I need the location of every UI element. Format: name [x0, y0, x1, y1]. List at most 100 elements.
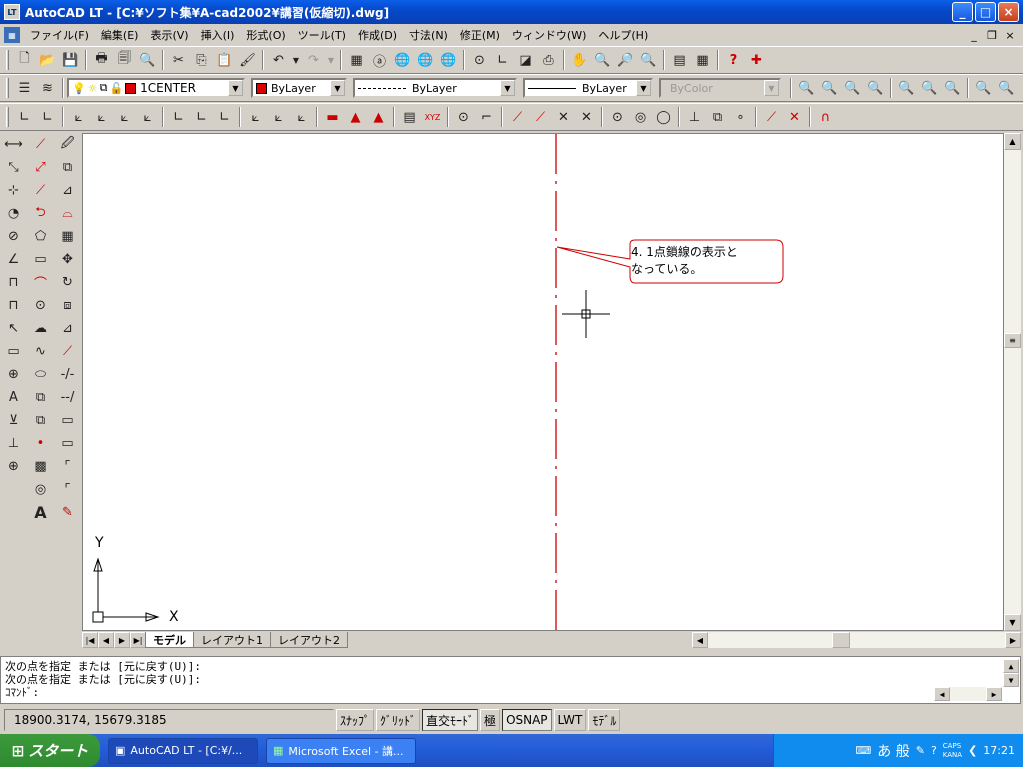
snap-button[interactable]: ｽﾅｯﾌﾟ	[336, 709, 375, 731]
menu-modify[interactable]: 修正(M)	[454, 27, 506, 43]
scale-icon[interactable]: ⧈	[55, 294, 81, 317]
snap-intersection-icon[interactable]: ✕	[552, 106, 575, 128]
zoom-icon-4[interactable]: 🔍	[864, 77, 887, 99]
layer-dropdown[interactable]: 💡 ☼ ⧉ 🔓 1CENTER ▼	[67, 78, 245, 98]
snap-insert-icon[interactable]: ⧉	[706, 106, 729, 128]
multiline-text-icon[interactable]: A	[28, 501, 54, 524]
dim-edit-icon[interactable]: A	[1, 386, 27, 409]
coordinate-display[interactable]: 18900.3174, 15679.3185	[4, 709, 334, 731]
dim-aligned-icon[interactable]: ▲	[344, 106, 367, 128]
vertical-scrollbar[interactable]: ▲ ≡ ▼	[1004, 133, 1021, 631]
lengthen-icon[interactable]: ⟋	[55, 340, 81, 363]
tray-expand-icon[interactable]: ❮	[968, 744, 977, 757]
doc-minimize-button[interactable]: _	[966, 27, 982, 43]
dim-ordinate-icon[interactable]: ⊹	[1, 179, 27, 202]
menu-help[interactable]: ヘルプ(H)	[592, 27, 654, 43]
layer-previous-icon[interactable]: ≋	[36, 77, 59, 99]
dim-style-icon[interactable]: ▲	[367, 106, 390, 128]
color-dropdown[interactable]: ByLayer ▼	[251, 78, 347, 98]
maximize-button[interactable]: □	[975, 2, 996, 22]
save-icon[interactable]: 💾	[59, 49, 82, 71]
display-order-icon[interactable]: ◪	[514, 49, 537, 71]
linetype-dropdown[interactable]: ByLayer ▼	[353, 78, 517, 98]
zoom-in-icon[interactable]: 🔍	[895, 77, 918, 99]
dim-angular-icon[interactable]: ∠	[1, 248, 27, 271]
polar-button[interactable]: 極	[480, 709, 501, 731]
polyline-icon[interactable]: ⟋	[28, 179, 54, 202]
ucs-z-rotate-icon[interactable]: ⟀	[290, 106, 313, 128]
snap-temp-icon[interactable]: ⊙	[452, 106, 475, 128]
chevron-down-icon[interactable]: ▼	[228, 80, 243, 96]
offset-icon[interactable]: ⌓	[55, 202, 81, 225]
new-icon[interactable]: 🗋	[13, 49, 36, 71]
dim-baseline-icon[interactable]: ⊓	[1, 271, 27, 294]
lwt-button[interactable]: LWT	[553, 709, 587, 731]
mirror-icon[interactable]: ⊿	[55, 179, 81, 202]
ellipse-icon[interactable]: ⬭	[28, 363, 54, 386]
close-button[interactable]: ×	[998, 2, 1019, 22]
drawing-area[interactable]: 4. 1点鎖線の表示と なっている。 Y X	[82, 133, 1004, 631]
print-preview-icon[interactable]: 🗐	[113, 49, 136, 71]
erase-icon[interactable]: 🖉	[55, 133, 81, 156]
dim-aligned-icon[interactable]: ⤡	[1, 156, 27, 179]
ucs-icon-3[interactable]: ⟀	[67, 106, 90, 128]
scroll-right-icon[interactable]: ▶	[1005, 632, 1021, 648]
snap-midpoint-icon[interactable]: ⟋	[529, 106, 552, 128]
ucs-z-icon[interactable]: ∟	[190, 106, 213, 128]
dim-xyz-icon[interactable]: XYZ	[421, 106, 444, 128]
clock[interactable]: 17:21	[983, 744, 1015, 757]
autodesk-online-icon[interactable]: ⓐ	[368, 49, 391, 71]
command-window[interactable]: 次の点を指定 または [元に戻す(U)]: 次の点を指定 または [元に戻す(U…	[0, 656, 1021, 704]
express-icon[interactable]: ✚	[745, 49, 768, 71]
zoom-window-icon[interactable]: 🔎	[614, 49, 637, 71]
cmd-scroll-left-icon[interactable]: ◀	[934, 687, 950, 701]
match-properties-icon[interactable]: 🖌	[236, 49, 259, 71]
fillet-icon[interactable]: ⌜	[55, 478, 81, 501]
zoom-previous-icon[interactable]: 🔍	[637, 49, 660, 71]
ime-tools-icon[interactable]: ✎	[916, 744, 925, 757]
center-mark-icon[interactable]: ⊕	[1, 363, 27, 386]
rotate-icon[interactable]: ↻	[55, 271, 81, 294]
make-block-icon[interactable]: ⧉	[28, 409, 54, 432]
open-icon[interactable]: 📂	[36, 49, 59, 71]
multiline-icon[interactable]: ⮌	[28, 202, 54, 225]
chevron-down-icon[interactable]: ▼	[500, 80, 515, 96]
undo-dropdown-icon[interactable]: ▼	[290, 49, 302, 71]
scroll-thumb[interactable]: ≡	[1004, 333, 1021, 348]
hatch-icon[interactable]: ▩	[28, 455, 54, 478]
chevron-down-icon[interactable]: ▼	[636, 80, 651, 96]
line-icon[interactable]: ⟋	[28, 133, 54, 156]
osnap-button[interactable]: OSNAP	[502, 709, 552, 731]
ucs-icon[interactable]: ∟	[491, 49, 514, 71]
revision-cloud-icon[interactable]: ☁	[28, 317, 54, 340]
redo-icon[interactable]: ↷	[302, 49, 325, 71]
menu-tools[interactable]: ツール(T)	[292, 27, 352, 43]
ucs-icon-5[interactable]: ⟀	[113, 106, 136, 128]
dim-text-edit-icon[interactable]: ⊻	[1, 409, 27, 432]
stretch-icon[interactable]: ⊿	[55, 317, 81, 340]
snap-from-icon[interactable]: ⌐	[475, 106, 498, 128]
redo-dropdown-icon[interactable]: ▼	[325, 49, 337, 71]
construction-line-icon[interactable]: ⤢	[28, 156, 54, 179]
copy-icon[interactable]: ⎘	[190, 49, 213, 71]
snap-tangent-icon[interactable]: ◯	[652, 106, 675, 128]
lineweight-dropdown[interactable]: ByLayer ▼	[523, 78, 653, 98]
ucs-x-rotate-icon[interactable]: ⟀	[244, 106, 267, 128]
menu-dimension[interactable]: 寸法(N)	[403, 27, 454, 43]
snap-settings-icon[interactable]: ∩	[814, 106, 837, 128]
dim-diameter-icon[interactable]: ⊘	[1, 225, 27, 248]
zoom-center-icon[interactable]: 🔍	[995, 77, 1018, 99]
design-center-icon[interactable]: ▦	[345, 49, 368, 71]
polygon-icon[interactable]: ⬠	[28, 225, 54, 248]
keyboard-icon[interactable]: ⌨	[855, 744, 871, 757]
osnap-settings-icon[interactable]: ⊙	[468, 49, 491, 71]
doc-close-button[interactable]: ×	[1002, 27, 1018, 43]
start-button[interactable]: ⊞ スタート	[0, 734, 100, 767]
layer-manager-icon[interactable]: ☰	[13, 77, 36, 99]
dim-update-icon[interactable]: ⊥	[1, 432, 27, 455]
ucs-x-icon[interactable]: ∟	[167, 106, 190, 128]
rectangle-icon[interactable]: ▭	[28, 248, 54, 271]
task-excel[interactable]: ▦ Microsoft Excel - 講...	[266, 737, 416, 764]
ucs-3point-icon[interactable]: ∟	[213, 106, 236, 128]
move-icon[interactable]: ✥	[55, 248, 81, 271]
